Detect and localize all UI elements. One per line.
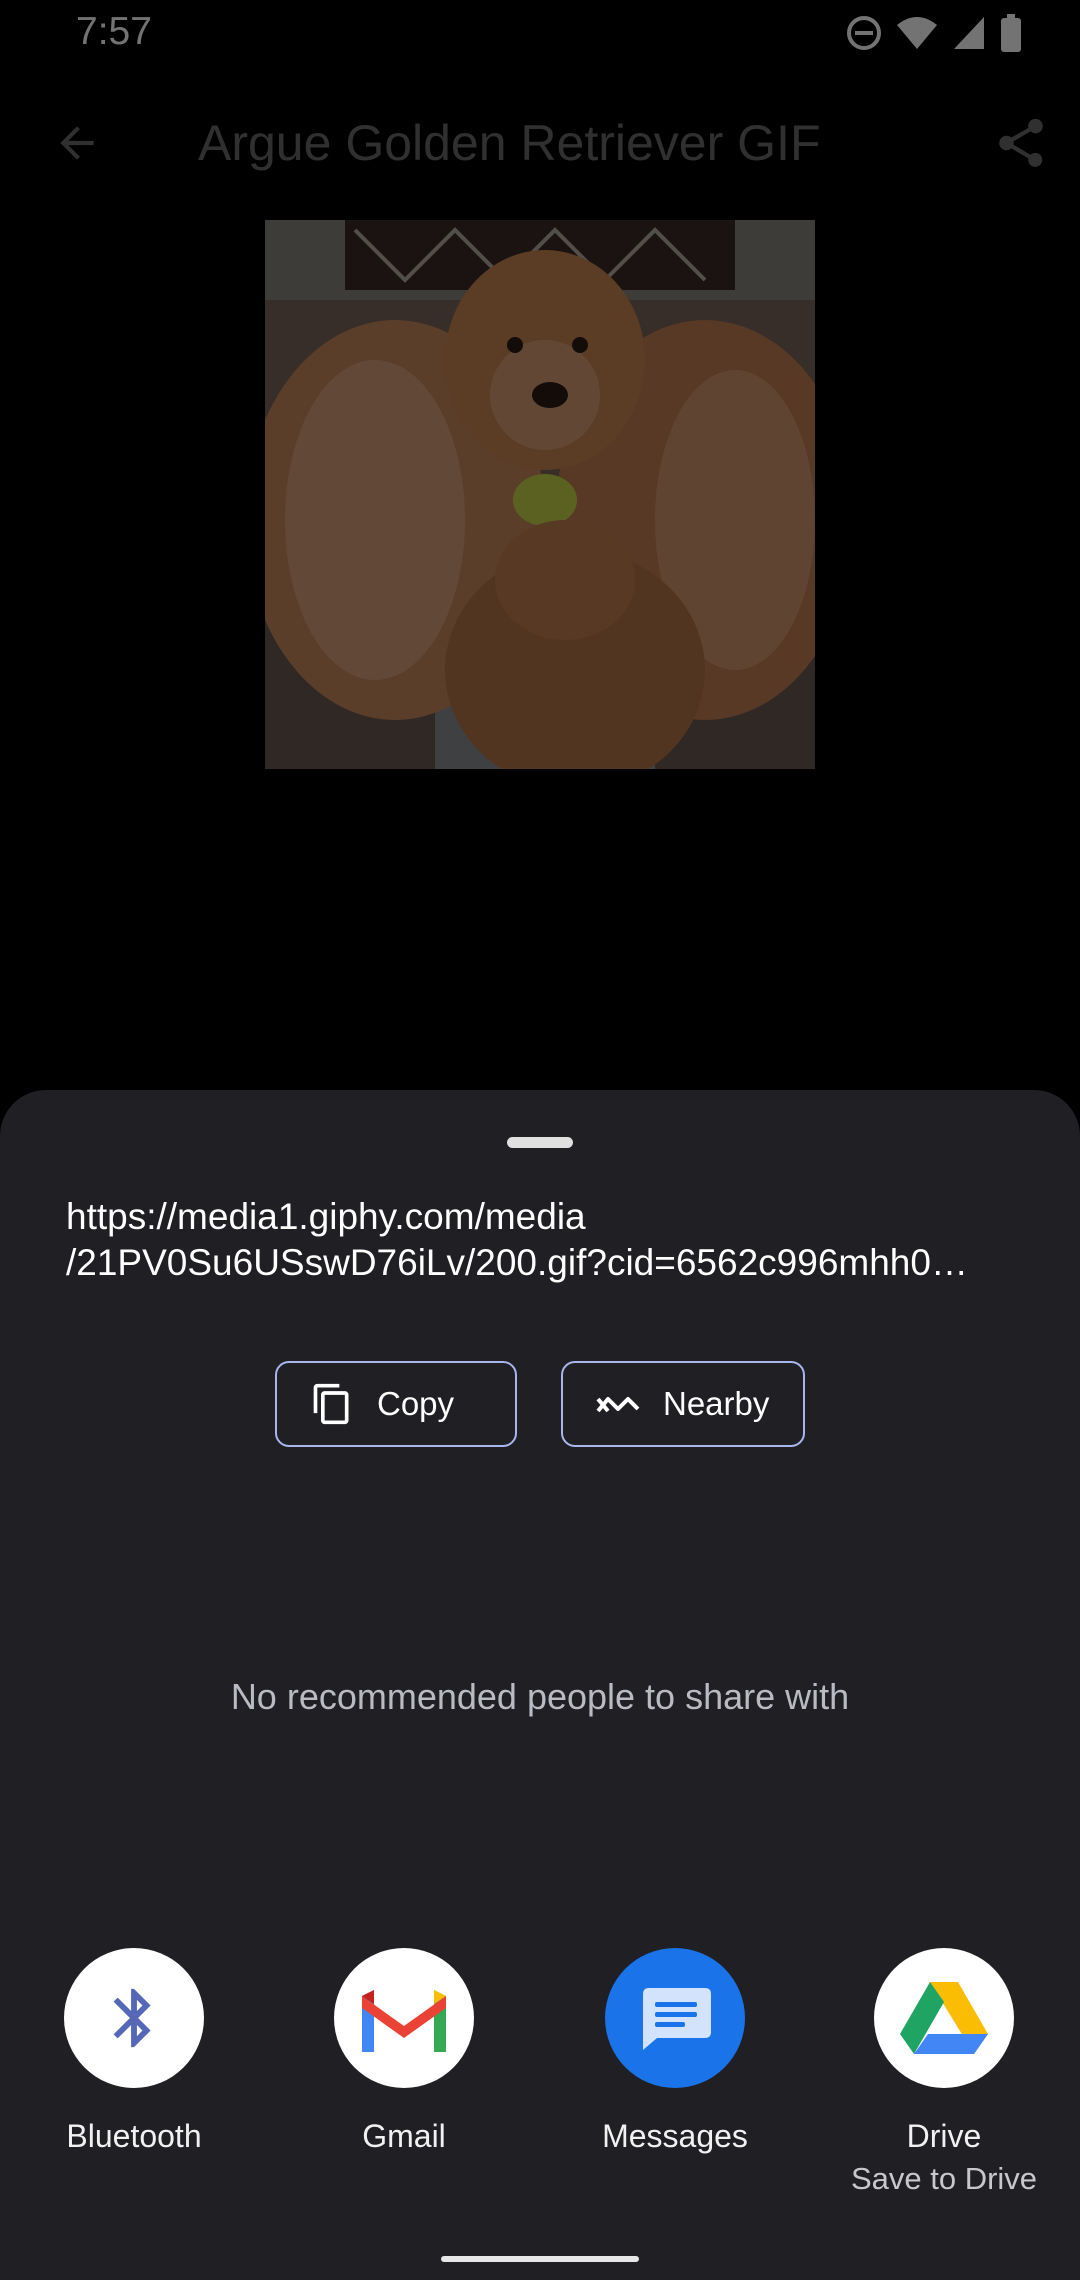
url-line-1: https://media1.giphy.com/media bbox=[66, 1196, 586, 1237]
bluetooth-icon bbox=[64, 1948, 204, 2088]
drag-handle[interactable] bbox=[507, 1137, 573, 1148]
home-indicator[interactable] bbox=[441, 2256, 639, 2262]
signal-icon bbox=[952, 15, 986, 56]
url-line-2: /21PV0Su6USswD76iLv/200.gif?cid=6562c996… bbox=[66, 1242, 968, 1283]
golden-retriever-gif-image bbox=[265, 220, 815, 769]
shared-url: https://media1.giphy.com/media /21PV0Su6… bbox=[66, 1194, 1016, 1286]
screen: 7:57 Argue Golden Retriever GIF https://… bbox=[0, 0, 1080, 2280]
nearby-button[interactable]: Nearby bbox=[561, 1361, 805, 1447]
share-target-sublabel: Save to Drive bbox=[850, 2161, 1038, 2196]
share-target-label: Messages bbox=[602, 2118, 748, 2154]
share-sheet: https://media1.giphy.com/media /21PV0Su6… bbox=[0, 1090, 1080, 2280]
nearby-share-icon bbox=[595, 1381, 641, 1427]
gmail-icon bbox=[334, 1948, 474, 2088]
copy-button[interactable]: Copy bbox=[275, 1361, 517, 1447]
back-button[interactable] bbox=[42, 108, 112, 178]
status-time: 7:57 bbox=[76, 10, 152, 53]
nearby-label: Nearby bbox=[663, 1385, 770, 1422]
share-target-bluetooth[interactable]: Bluetooth bbox=[0, 1948, 269, 2155]
back-arrow-icon bbox=[60, 126, 94, 160]
status-bar: 7:57 bbox=[0, 0, 1080, 70]
wifi-icon bbox=[896, 15, 938, 56]
share-target-messages[interactable]: Messages bbox=[540, 1948, 810, 2155]
battery-icon bbox=[1000, 14, 1022, 57]
status-icons bbox=[846, 14, 1022, 57]
share-target-label: Drive bbox=[906, 2118, 982, 2154]
copy-label: Copy bbox=[377, 1385, 455, 1422]
share-button[interactable] bbox=[984, 106, 1058, 180]
do-not-disturb-icon bbox=[846, 15, 882, 56]
app-bar: Argue Golden Retriever GIF bbox=[0, 80, 1080, 205]
share-icon bbox=[999, 118, 1043, 167]
drive-icon bbox=[874, 1948, 1014, 2088]
share-target-label: Gmail bbox=[362, 2118, 446, 2154]
share-targets: Bluetooth Gmail Messages Drive Save to D… bbox=[0, 1948, 1080, 2196]
copy-icon bbox=[309, 1381, 355, 1427]
share-target-drive[interactable]: Drive Save to Drive bbox=[809, 1948, 1079, 2197]
messages-icon bbox=[605, 1948, 745, 2088]
no-recommended-people-text: No recommended people to share with bbox=[230, 1676, 850, 1717]
gif-preview[interactable] bbox=[265, 220, 815, 769]
share-target-gmail[interactable]: Gmail bbox=[269, 1948, 539, 2155]
share-target-label: Bluetooth bbox=[66, 2118, 202, 2154]
page-title: Argue Golden Retriever GIF bbox=[198, 115, 821, 171]
